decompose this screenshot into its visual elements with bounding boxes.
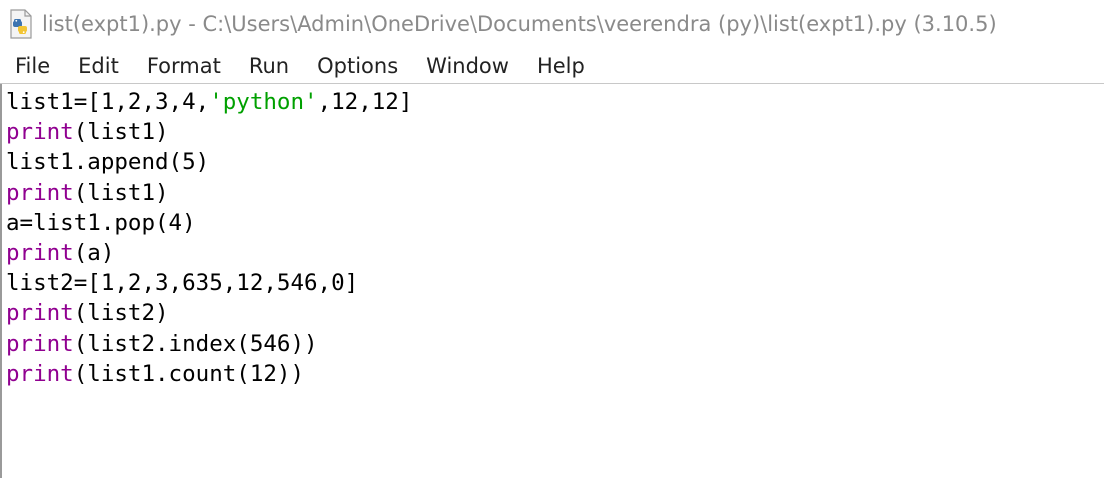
builtin-keyword: print [6, 360, 74, 387]
python-file-icon [8, 9, 36, 39]
builtin-keyword: print [6, 300, 74, 327]
code-text: (a) [73, 239, 115, 266]
menu-bar: File Edit Format Run Options Window Help [0, 48, 1104, 84]
builtin-keyword: print [6, 330, 74, 357]
title-bar[interactable]: list(expt1).py - C:\Users\Admin\OneDrive… [0, 0, 1104, 48]
code-text: (list2) [73, 300, 169, 327]
code-text: (list2.index(546)) [73, 330, 318, 357]
menu-run[interactable]: Run [235, 49, 303, 83]
code-line-6: print(a) [6, 238, 1104, 268]
builtin-keyword: print [6, 119, 74, 146]
code-editor[interactable]: list1=[1,2,3,4,'python',12,12] print(lis… [0, 84, 1104, 478]
string-literal: 'python' [209, 89, 318, 115]
code-line-3: list1.append(5) [6, 147, 1104, 177]
idle-editor-window: list(expt1).py - C:\Users\Admin\OneDrive… [0, 0, 1104, 478]
code-line-7: list2=[1,2,3,635,12,546,0] [6, 268, 1104, 298]
code-text: ,12,12] [317, 89, 413, 115]
code-text: list1=[1,2,3,4, [6, 89, 210, 115]
code-line-10: print(list1.count(12)) [6, 359, 1104, 389]
code-text: a=list1.pop(4) [6, 209, 196, 236]
code-line-5: a=list1.pop(4) [6, 208, 1104, 238]
code-text: list2=[1,2,3,635,12,546,0] [6, 270, 359, 297]
code-line-9: print(list2.index(546)) [6, 329, 1104, 359]
menu-help[interactable]: Help [523, 49, 599, 83]
code-line-8: print(list2) [6, 298, 1104, 328]
menu-edit[interactable]: Edit [64, 49, 133, 83]
code-line-1: list1=[1,2,3,4,'python',12,12] [6, 87, 1104, 117]
window-title: list(expt1).py - C:\Users\Admin\OneDrive… [42, 12, 997, 36]
builtin-keyword: print [6, 239, 74, 266]
builtin-keyword: print [6, 179, 74, 206]
menu-window[interactable]: Window [412, 49, 523, 83]
code-text: (list1) [73, 119, 169, 146]
code-line-2: print(list1) [6, 117, 1104, 147]
code-text: list1.append(5) [6, 149, 210, 176]
code-text: (list1.count(12)) [73, 360, 305, 387]
menu-file[interactable]: File [0, 49, 64, 83]
menu-options[interactable]: Options [303, 49, 412, 83]
code-line-4: print(list1) [6, 178, 1104, 208]
code-text: (list1) [73, 179, 169, 206]
menu-format[interactable]: Format [133, 49, 235, 83]
